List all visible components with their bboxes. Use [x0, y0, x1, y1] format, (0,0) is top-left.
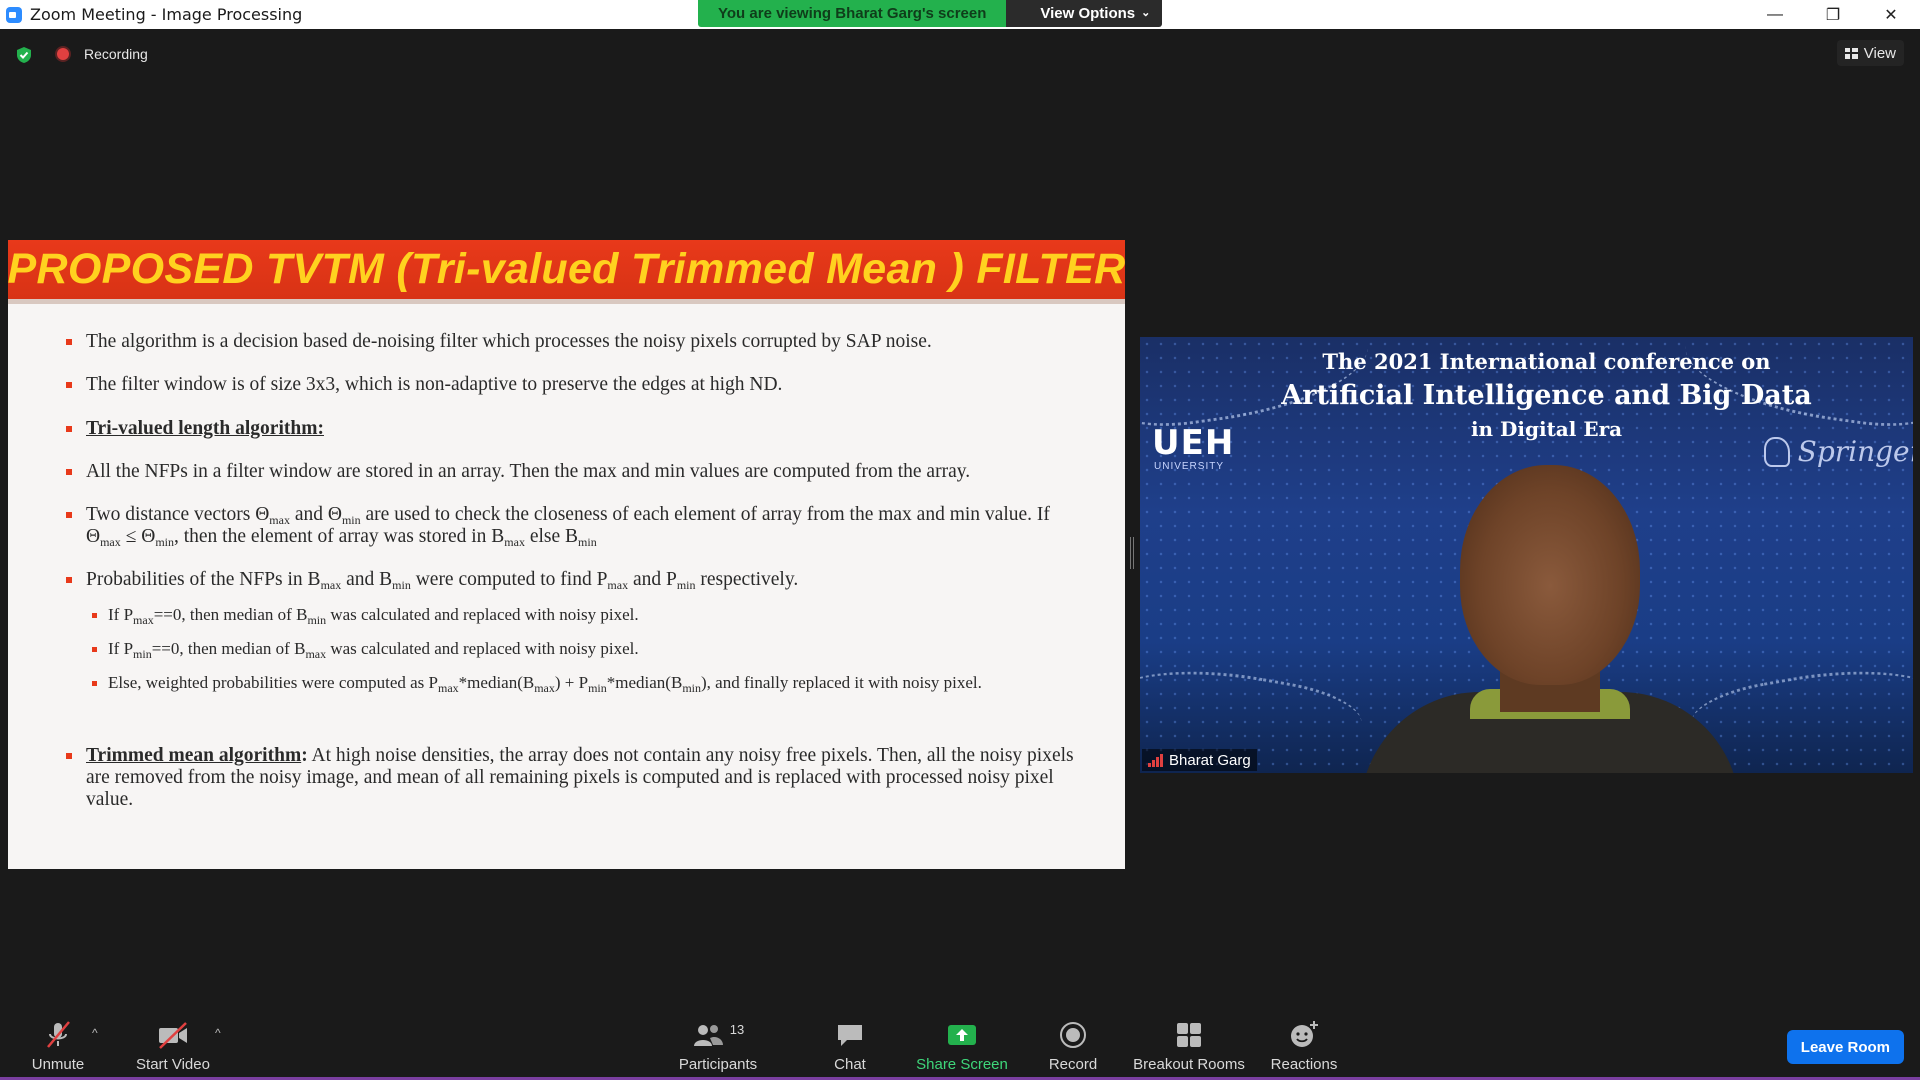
chat-bubble-icon: [835, 1020, 865, 1050]
slide-bullet-heading: Tri-valued length algorithm:: [66, 418, 1075, 440]
participants-count: 13: [729, 1021, 745, 1037]
record-label: Record: [1048, 1056, 1098, 1073]
springer-logo: Springer: [1763, 435, 1913, 468]
ueh-logo: UEH: [1152, 423, 1235, 463]
signal-strength-icon: [1148, 753, 1163, 767]
window-controls: — ❐ ✕: [1746, 0, 1920, 29]
restore-button[interactable]: ❐: [1804, 0, 1862, 29]
chevron-down-icon: ⌄: [1141, 7, 1151, 19]
unmute-label: Unmute: [31, 1056, 85, 1073]
view-options-label: View Options: [1040, 5, 1136, 22]
chat-button[interactable]: Chat: [830, 1020, 870, 1073]
unmute-button[interactable]: Unmute: [28, 1020, 88, 1073]
participants-button[interactable]: 13 Participants: [678, 1020, 758, 1074]
viewing-screen-label: You are viewing Bharat Garg's screen: [698, 0, 1007, 27]
slide-bullet: Two distance vectors Θmax and Θmin are u…: [66, 504, 1075, 548]
slide-sub-bullet: If Pmin==0, then median of Bmax was calc…: [92, 639, 1075, 660]
zoom-app-icon: [6, 6, 22, 23]
microphone-muted-icon: [43, 1020, 73, 1050]
minimize-button[interactable]: —: [1746, 0, 1804, 29]
slide-title: PROPOSED TVTM (Tri-valued Trimmed Mean )…: [8, 245, 1125, 293]
share-screen-button[interactable]: Share Screen: [916, 1020, 1008, 1073]
slide-bullet: All the NFPs in a filter window are stor…: [66, 461, 1075, 483]
share-screen-icon: [946, 1020, 978, 1050]
slide-bullet: The algorithm is a decision based de-noi…: [66, 331, 1075, 353]
slide-sub-bullet: Else, weighted probabilities were comput…: [92, 673, 1075, 694]
slide-bullet: The filter window is of size 3x3, which …: [66, 374, 1075, 396]
conference-banner-line2: Artificial Intelligence and Big Data: [1281, 380, 1812, 411]
participant-video-tile[interactable]: The 2021 International conference on Art…: [1140, 337, 1913, 773]
window-title: Zoom Meeting - Image Processing: [30, 5, 303, 24]
view-label: View: [1863, 44, 1896, 62]
window-titlebar: Zoom Meeting - Image Processing You are …: [0, 0, 1920, 29]
ueh-logo-subtitle: UNIVERSITY: [1154, 461, 1225, 472]
record-icon: [1059, 1020, 1087, 1050]
view-layout-button[interactable]: View: [1836, 40, 1904, 66]
view-options-button[interactable]: View Options ⌄: [1006, 0, 1163, 27]
breakout-rooms-button[interactable]: Breakout Rooms: [1132, 1020, 1246, 1073]
chat-label: Chat: [834, 1056, 866, 1073]
grid-icon: [1844, 47, 1858, 59]
video-camera-off-icon: [156, 1020, 190, 1050]
split-view-handle[interactable]: [1130, 537, 1134, 569]
participant-head: [1460, 465, 1640, 685]
participant-name-tag: Bharat Garg: [1142, 749, 1257, 771]
reactions-button[interactable]: Reactions: [1270, 1020, 1338, 1073]
close-button[interactable]: ✕: [1862, 0, 1920, 29]
start-video-button[interactable]: Start Video: [136, 1020, 210, 1073]
reactions-smiley-icon: [1289, 1020, 1319, 1050]
springer-horse-icon: [1763, 436, 1790, 467]
shared-screen-slide: PROPOSED TVTM (Tri-valued Trimmed Mean )…: [8, 240, 1125, 869]
share-banner: You are viewing Bharat Garg's screen Vie…: [698, 0, 1163, 27]
conference-banner-line1: The 2021 International conference on: [1322, 349, 1771, 374]
meeting-toolbar: Unmute ^ Start Video ^ 13 Participants C…: [0, 1012, 1920, 1080]
breakout-rooms-label: Breakout Rooms: [1133, 1056, 1245, 1073]
video-options-caret[interactable]: ^: [215, 1026, 221, 1040]
slide-bullet: Trimmed mean algorithm: At high noise de…: [66, 745, 1075, 811]
share-screen-label: Share Screen: [916, 1056, 1008, 1073]
participant-name: Bharat Garg: [1169, 751, 1251, 769]
participants-label: Participants: [678, 1056, 758, 1073]
reactions-label: Reactions: [1270, 1056, 1338, 1073]
start-video-label: Start Video: [136, 1056, 210, 1073]
shield-icon[interactable]: [16, 46, 32, 64]
unmute-options-caret[interactable]: ^: [92, 1026, 98, 1040]
slide-bullet: Probabilities of the NFPs in Bmax and Bm…: [66, 569, 1075, 591]
breakout-rooms-icon: [1175, 1020, 1203, 1050]
slide-header: PROPOSED TVTM (Tri-valued Trimmed Mean )…: [8, 240, 1125, 304]
leave-room-button[interactable]: Leave Room: [1786, 1030, 1904, 1064]
springer-logo-text: Springer: [1797, 435, 1913, 468]
participants-icon: 13: [692, 1020, 744, 1050]
recording-icon: [57, 48, 69, 60]
slide-sub-bullet: If Pmax==0, then median of Bmin was calc…: [92, 605, 1075, 626]
record-button[interactable]: Record: [1048, 1020, 1098, 1073]
recording-label: Recording: [84, 46, 148, 62]
